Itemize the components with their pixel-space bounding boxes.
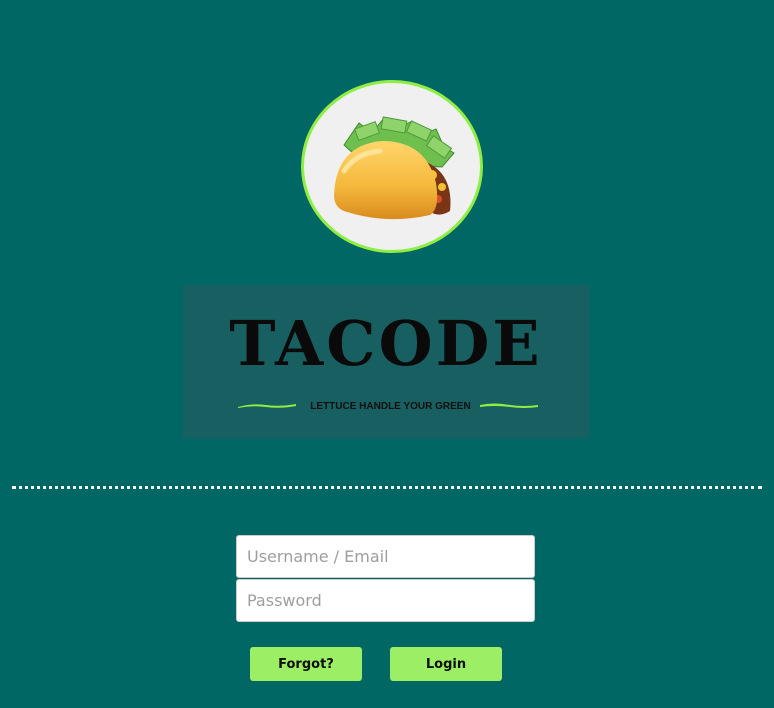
taco-icon xyxy=(334,116,455,220)
forgot-button[interactable]: Forgot? xyxy=(250,647,362,681)
tagline: LETTUCE HANDLE YOUR GREEN xyxy=(310,401,471,412)
login-button[interactable]: Login xyxy=(390,647,502,681)
brand-title: TACODE xyxy=(229,307,543,380)
left-swoosh-icon xyxy=(238,404,296,408)
section-divider xyxy=(12,486,762,489)
brand-banner: TACODE LETTUCE HANDLE YOUR GREEN xyxy=(183,285,589,438)
username-input[interactable] xyxy=(236,535,535,578)
tagline-row: LETTUCE HANDLE YOUR GREEN xyxy=(238,399,538,415)
taco-logo xyxy=(301,80,483,253)
right-swoosh-icon xyxy=(480,403,538,408)
password-input[interactable] xyxy=(236,579,535,622)
